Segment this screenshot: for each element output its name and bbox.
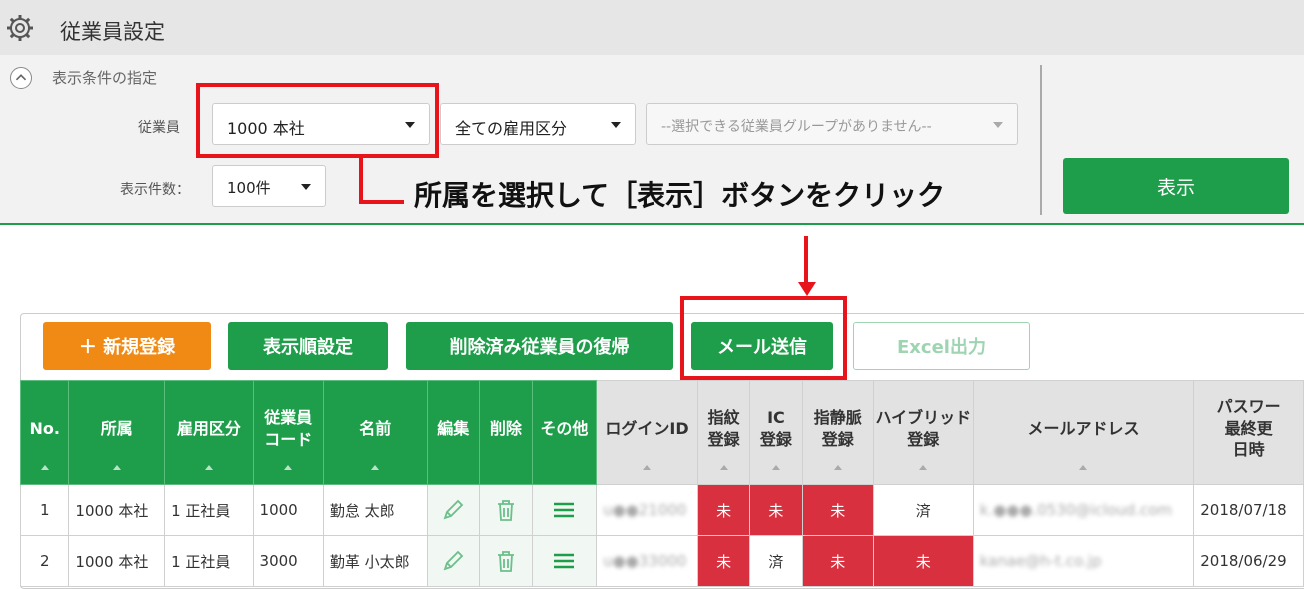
column-header-hybrid[interactable]: ハイブリッド 登録 xyxy=(872,380,974,485)
chevron-down-icon xyxy=(301,184,311,190)
sort-icon xyxy=(833,465,842,470)
sort-icon xyxy=(371,465,380,470)
cell-mail: k.●●●.0530@icloud.com xyxy=(972,484,1195,536)
page: 従業員設定 表示条件の指定 従業員 1000 本社 全ての雇用区分 --選択でき… xyxy=(0,0,1304,589)
show-button[interactable]: 表示 xyxy=(1063,158,1289,214)
cell-fingerprint: 未 xyxy=(696,535,751,587)
cell-vein: 未 xyxy=(801,484,874,536)
menu-icon[interactable] xyxy=(551,497,577,523)
collapse-toggle-icon[interactable] xyxy=(10,67,32,89)
cell-password-date: 2018/07/18 xyxy=(1193,484,1304,536)
pencil-icon[interactable] xyxy=(440,548,466,574)
table-row: 1 1000 本社 1 正社員 1000 勤怠 太郎 u●●21000 未 未 … xyxy=(19,484,1304,536)
column-header-name[interactable]: 名前 xyxy=(322,380,428,485)
callout-box-mail xyxy=(680,296,847,380)
table-row: 2 1000 本社 1 正社員 3000 勤革 小太郎 u●●33000 未 済… xyxy=(19,535,1304,587)
cell-ic: 済 xyxy=(749,535,803,587)
other-cell[interactable] xyxy=(531,484,598,536)
cell-password-date: 2018/06/29 xyxy=(1193,535,1304,587)
callout-line xyxy=(359,200,404,204)
callout-line xyxy=(359,156,363,204)
cell-no: 2 xyxy=(19,535,70,587)
sort-icon xyxy=(284,465,293,470)
column-header-vein[interactable]: 指静脈 登録 xyxy=(801,380,874,485)
edit-cell[interactable] xyxy=(426,484,481,536)
sort-icon xyxy=(771,465,780,470)
chevron-down-icon xyxy=(611,122,621,128)
callout-arrow-head xyxy=(798,282,816,296)
column-header-mail[interactable]: メールアドレス xyxy=(972,380,1195,485)
count-select[interactable]: 100件 xyxy=(212,165,326,207)
cell-name: 勤革 小太郎 xyxy=(322,535,428,587)
column-header-other: その他 xyxy=(531,380,598,485)
title-bar: 従業員設定 xyxy=(0,0,1304,55)
employment-type-select[interactable]: 全ての雇用区分 xyxy=(440,103,636,145)
trash-icon[interactable] xyxy=(493,497,519,523)
column-header-delete: 削除 xyxy=(479,380,533,485)
column-header-fingerprint[interactable]: 指紋 登録 xyxy=(696,380,751,485)
employee-label: 従業員 xyxy=(138,120,180,136)
cell-login-id: u●●33000 xyxy=(596,535,698,587)
count-select-value: 100件 xyxy=(227,179,271,197)
other-cell[interactable] xyxy=(531,535,598,587)
excel-export-button: Excel出力 xyxy=(853,322,1030,370)
cell-mail: kanae@h-t.co.jp xyxy=(972,535,1195,587)
column-header-edit: 編集 xyxy=(426,380,481,485)
sort-icon xyxy=(40,465,49,470)
callout-box-employee xyxy=(196,83,439,158)
cell-hybrid: 未 xyxy=(872,535,974,587)
delete-cell[interactable] xyxy=(479,484,533,536)
count-label: 表示件数： xyxy=(120,182,190,198)
gear-icon[interactable] xyxy=(6,14,34,42)
edit-cell[interactable] xyxy=(426,535,481,587)
cell-code: 3000 xyxy=(252,535,324,587)
column-header-ic[interactable]: IC 登録 xyxy=(749,380,803,485)
callout-arrow-line xyxy=(804,236,808,284)
trash-icon[interactable] xyxy=(493,548,519,574)
cell-name: 勤怠 太郎 xyxy=(322,484,428,536)
sort-icon xyxy=(1079,465,1088,470)
cell-emp-type: 1 正社員 xyxy=(164,535,254,587)
cell-emp-type: 1 正社員 xyxy=(164,484,254,536)
employee-group-select: --選択できる従業員グループがありません-- xyxy=(646,103,1018,145)
column-header-code[interactable]: 従業員 コード xyxy=(252,380,324,485)
cell-hybrid: 済 xyxy=(872,484,974,536)
employment-type-value: 全ての雇用区分 xyxy=(455,119,568,138)
table-header-row: No. 所属 雇用区分 従業員 コード 名前 編集 削除 その他 ログインID 指… xyxy=(19,380,1304,485)
menu-icon[interactable] xyxy=(551,548,577,574)
chevron-down-icon xyxy=(993,122,1003,128)
cell-login-id: u●●21000 xyxy=(596,484,698,536)
cell-ic: 未 xyxy=(749,484,803,536)
sort-icon xyxy=(719,465,728,470)
sort-icon xyxy=(643,465,651,470)
cell-fingerprint: 未 xyxy=(696,484,751,536)
delete-cell[interactable] xyxy=(479,535,533,587)
cell-dept: 1000 本社 xyxy=(68,484,166,536)
cell-code: 1000 xyxy=(252,484,324,536)
column-header-emp-type[interactable]: 雇用区分 xyxy=(164,380,254,485)
display-order-button[interactable]: 表示順設定 xyxy=(228,322,388,370)
filter-divider xyxy=(1040,65,1042,215)
sort-icon xyxy=(204,465,213,470)
column-header-dept[interactable]: 所属 xyxy=(68,380,166,485)
filter-section-label: 表示条件の指定 xyxy=(52,69,158,87)
sort-icon xyxy=(112,465,121,470)
employee-group-value: --選択できる従業員グループがありません-- xyxy=(661,119,932,135)
callout-text: 所属を選択して［表示］ボタンをクリック xyxy=(414,179,946,212)
column-header-password-date[interactable]: パスワー 最終更 日時 xyxy=(1193,380,1304,485)
sort-icon xyxy=(919,465,928,470)
employee-table: No. 所属 雇用区分 従業員 コード 名前 編集 削除 その他 ログインID 指… xyxy=(19,380,1304,587)
column-header-no[interactable]: No. xyxy=(19,380,70,485)
page-title: 従業員設定 xyxy=(60,20,165,44)
pencil-icon[interactable] xyxy=(440,497,466,523)
column-header-login[interactable]: ログインID xyxy=(596,380,698,485)
cell-vein: 未 xyxy=(801,535,874,587)
restore-deleted-button[interactable]: 削除済み従業員の復帰 xyxy=(406,322,673,370)
cell-dept: 1000 本社 xyxy=(68,535,166,587)
cell-no: 1 xyxy=(19,484,70,536)
new-registration-button[interactable]: ＋ 新規登録 xyxy=(43,322,211,370)
